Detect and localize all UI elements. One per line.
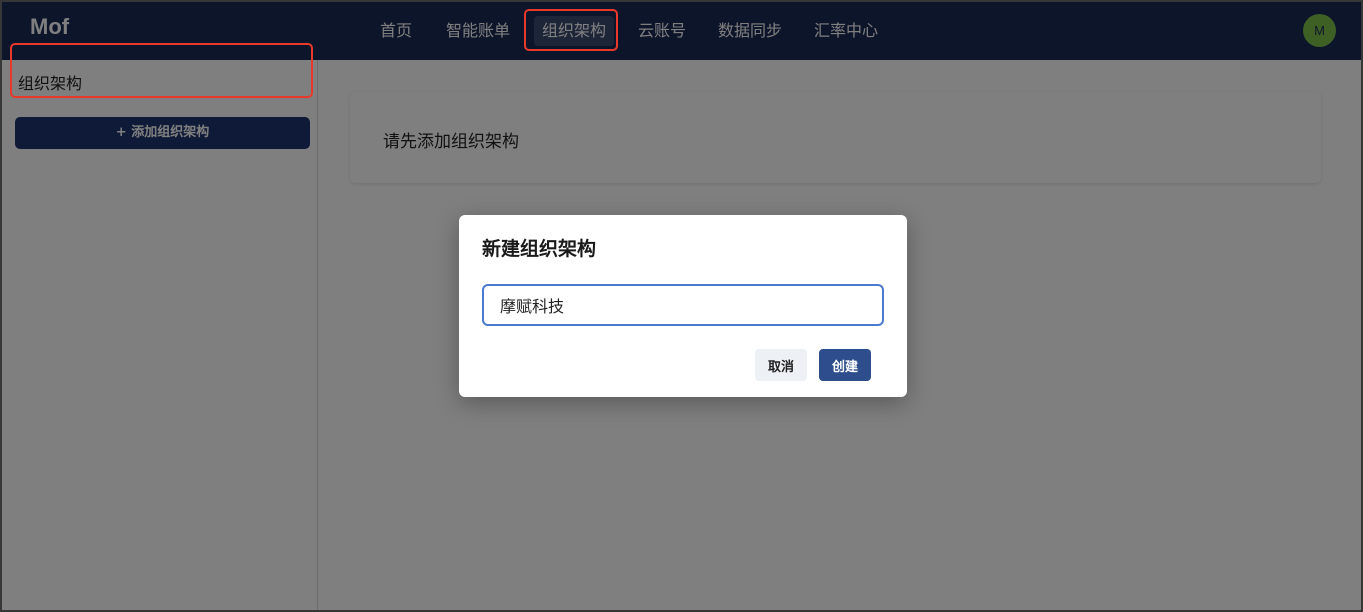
cancel-button[interactable]: 取消 (755, 349, 807, 381)
dialog-title: 新建组织架构 (482, 238, 597, 260)
create-organization-dialog: 新建组织架构 取消 创建 (459, 215, 907, 397)
organization-name-input[interactable] (482, 284, 884, 326)
nav-highlight-box (524, 9, 618, 51)
add-button-highlight-box (10, 43, 313, 98)
create-button[interactable]: 创建 (819, 349, 871, 381)
